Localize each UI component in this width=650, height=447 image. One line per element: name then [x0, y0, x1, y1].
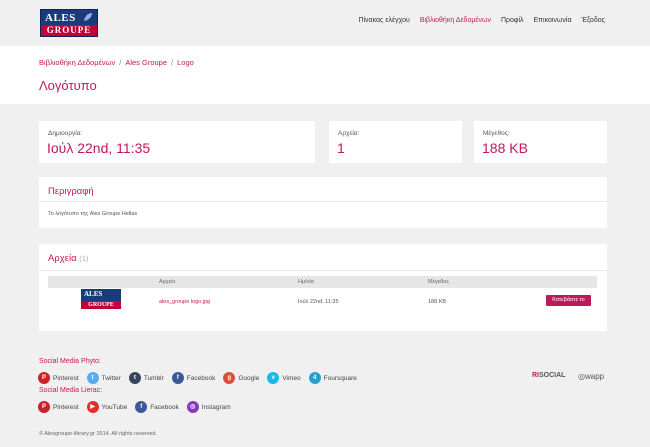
wapp-icon: ◎: [578, 372, 585, 381]
lierac-social-title: Social Media Lierac:: [39, 387, 103, 394]
files-count-value: 1: [337, 140, 345, 156]
google-plus-icon: g: [223, 372, 236, 384]
social-label: Facebook: [186, 374, 216, 382]
size-value: 188 KB: [482, 140, 528, 156]
files-count-label: Αρχεία:: [338, 130, 360, 137]
breadcrumb-ales-groupe[interactable]: Ales Groupe: [125, 58, 167, 67]
description-text: Το λογότυπο της Ales Groupe Hellas: [48, 211, 138, 217]
phyto-pinterest-link[interactable]: P Pinterest: [38, 372, 79, 384]
size-label: Μέγεθος:: [483, 130, 510, 137]
social-label: YouTube: [101, 403, 128, 411]
nav-dashboard[interactable]: Πίνακας ελέγχου: [358, 17, 409, 24]
created-value: Ιούλ 22nd, 11:35: [47, 140, 151, 156]
files-table-header: Αρχείο Ημ/νία Μέγεθος: [48, 276, 597, 288]
logo-text-top: ALES: [45, 12, 76, 24]
nav-profile[interactable]: Προφίλ: [501, 17, 524, 24]
twitter-icon: t: [86, 372, 99, 384]
instagram-icon: ◎: [186, 401, 199, 413]
lierac-facebook-link[interactable]: f Facebook: [135, 401, 179, 413]
col-size: Μέγεθος: [428, 279, 450, 285]
footer-copyright: © Alesgroupe-library.gr 2014. All rights…: [39, 431, 157, 437]
social-label: Vimeo: [282, 374, 301, 382]
nav-logout[interactable]: Έξοδος: [582, 17, 606, 24]
breadcrumb-logo[interactable]: Logo: [177, 58, 194, 67]
ales-groupe-logo[interactable]: ALES GROUPE: [40, 9, 98, 37]
social-label: Pinterest: [53, 403, 79, 411]
file-date: Ιούλ 22nd, 11:35: [298, 299, 339, 305]
social-label: Tumblr: [143, 374, 164, 382]
vimeo-icon: v: [267, 372, 280, 384]
lierac-social-links: P Pinterest ▶ YouTube f Facebook ◎ Instagram: [38, 401, 239, 413]
breadcrumb-separator: /: [119, 58, 122, 67]
youtube-icon: ▶: [86, 401, 99, 413]
created-label: Δημιουργία:: [48, 130, 83, 137]
file-thumbnail[interactable]: ALES GROUPE: [81, 289, 121, 309]
col-date: Ημ/νία: [298, 279, 314, 285]
lierac-instagram-link[interactable]: ◎ Instagram: [186, 401, 231, 413]
leaf-icon: [84, 13, 92, 21]
thumb-text-top: ALES: [84, 290, 103, 298]
files-card: Αρχεία (1) Αρχείο Ημ/νία Μέγεθος ALES GR…: [39, 244, 607, 331]
description-card: Περιγραφή Το λογότυπο της Ales Groupe He…: [39, 177, 607, 228]
divider: [39, 270, 607, 271]
pinterest-icon: P: [38, 372, 50, 384]
file-size: 188 KB: [428, 299, 447, 305]
phyto-foursquare-link[interactable]: 4 Foursquare: [308, 372, 357, 384]
nav-contact[interactable]: Επικοινωνία: [534, 17, 572, 24]
breadcrumb-separator: /: [171, 58, 174, 67]
files-count-card: Αρχεία: 1: [329, 121, 462, 163]
lierac-pinterest-link[interactable]: P Pinterest: [38, 401, 79, 413]
col-file: Αρχείο: [159, 279, 176, 285]
social-label: Pinterest: [53, 374, 79, 382]
facebook-icon: f: [135, 401, 148, 413]
files-count-badge: (1): [79, 254, 89, 263]
description-title: Περιγραφή: [48, 186, 94, 197]
top-navbar: ALES GROUPE Πίνακας ελέγχου Βιβλιοθήκη Δ…: [0, 0, 650, 46]
risocial-logo[interactable]: RISOCIAL: [532, 372, 565, 379]
files-title-text: Αρχεία: [48, 253, 77, 264]
phyto-facebook-link[interactable]: f Facebook: [171, 372, 216, 384]
logo-text-bottom: GROUPE: [41, 25, 97, 36]
foursquare-icon: 4: [308, 372, 321, 384]
breadcrumb-library[interactable]: Βιβλιοθήκη Δεδομένων: [39, 58, 115, 67]
phyto-social-links: P Pinterest t Twitter t Tumblr f Facebook gG…: [38, 372, 365, 384]
pinterest-icon: P: [38, 401, 50, 413]
thumb-text-bottom: GROUPE: [81, 301, 121, 309]
divider: [39, 201, 607, 202]
page-title: Λογότυπο: [39, 78, 97, 93]
nav-library[interactable]: Βιβλιοθήκη Δεδομένων: [420, 17, 491, 24]
phyto-tumblr-link[interactable]: t Tumblr: [128, 372, 164, 384]
phyto-vimeo-link[interactable]: v Vimeo: [267, 372, 301, 384]
main-nav: Πίνακας ελέγχου Βιβλιοθήκη Δεδομένων Προ…: [358, 17, 605, 24]
file-name-link[interactable]: ales_groupe logo.jpg: [159, 299, 210, 305]
brand-prefix: RI: [532, 372, 539, 379]
created-card: Δημιουργία: Ιούλ 22nd, 11:35: [39, 121, 315, 163]
page-header: Βιβλιοθήκη Δεδομένων / Ales Groupe / Log…: [0, 46, 650, 104]
wapp-logo[interactable]: ◎wapp: [578, 372, 604, 381]
social-label: Twitter: [101, 374, 121, 382]
phyto-social-title: Social Media Phyto:: [39, 358, 101, 365]
facebook-icon: f: [171, 372, 184, 384]
download-button[interactable]: Κατεβάστε το: [546, 295, 591, 306]
tumblr-icon: t: [128, 372, 141, 384]
phyto-twitter-link[interactable]: t Twitter: [86, 372, 121, 384]
phyto-google-link[interactable]: g Google: [223, 372, 259, 384]
brand-text: wapp: [584, 372, 605, 381]
size-card: Μέγεθος: 188 KB: [474, 121, 607, 163]
brand-text: SOCIAL: [539, 372, 566, 379]
lierac-youtube-link[interactable]: ▶ YouTube: [86, 401, 128, 413]
breadcrumb: Βιβλιοθήκη Δεδομένων / Ales Groupe / Log…: [39, 58, 194, 67]
social-label: Instagram: [201, 403, 231, 411]
social-label: Foursquare: [323, 374, 357, 382]
social-label: Facebook: [150, 403, 179, 411]
social-label: Google: [238, 374, 260, 382]
files-title: Αρχεία (1): [48, 253, 88, 264]
